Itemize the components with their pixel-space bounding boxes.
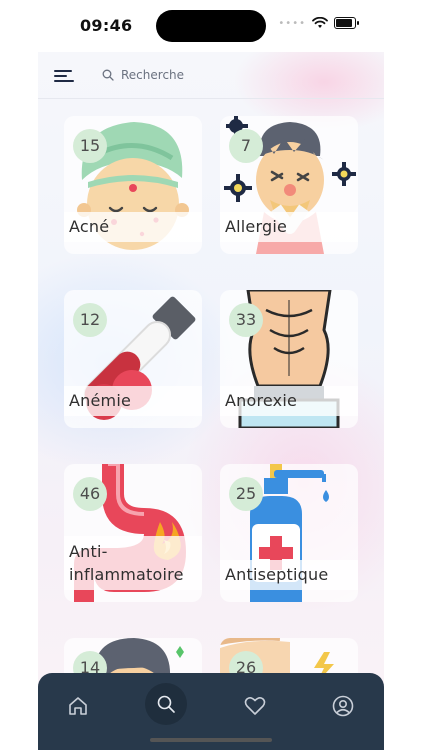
category-card-antiseptique[interactable]: 25 Antiseptique bbox=[220, 464, 358, 602]
count-badge: 33 bbox=[229, 303, 263, 337]
nav-search[interactable] bbox=[145, 683, 187, 725]
profile-icon bbox=[332, 695, 354, 717]
category-label: Allergie bbox=[225, 217, 288, 236]
search-bar[interactable] bbox=[102, 64, 302, 86]
count-badge: 12 bbox=[73, 303, 107, 337]
heart-icon bbox=[244, 697, 266, 715]
battery-icon bbox=[334, 17, 359, 29]
top-bar bbox=[38, 52, 384, 99]
category-card-anorexie[interactable]: 33 Anorexie bbox=[220, 290, 358, 428]
signal-dots-icon: •••• bbox=[278, 17, 306, 29]
status-time: 09:46 bbox=[80, 16, 133, 35]
app-panel: 15 Acné bbox=[38, 52, 384, 750]
nav-favorites[interactable] bbox=[236, 687, 274, 725]
category-label: Anémie bbox=[69, 391, 132, 410]
status-bar: 09:46 •••• bbox=[0, 0, 422, 52]
wifi-icon bbox=[312, 17, 328, 28]
home-icon bbox=[69, 697, 87, 715]
count-badge: 25 bbox=[229, 477, 263, 511]
count-badge: 7 bbox=[229, 129, 263, 163]
status-icons: •••• bbox=[278, 17, 359, 29]
category-card-acne[interactable]: 15 Acné bbox=[64, 116, 202, 254]
nav-home[interactable] bbox=[59, 687, 97, 725]
home-indicator bbox=[150, 738, 272, 742]
search-input[interactable] bbox=[121, 68, 291, 82]
category-label-line1: Anti- bbox=[69, 542, 108, 561]
category-card-allergie[interactable]: 7 Allergie bbox=[220, 116, 358, 254]
search-icon bbox=[102, 69, 114, 81]
category-label: Anorexie bbox=[225, 391, 298, 410]
count-badge: 46 bbox=[73, 477, 107, 511]
nav-profile[interactable] bbox=[324, 687, 362, 725]
category-label: Acné bbox=[69, 217, 110, 236]
count-badge: 15 bbox=[73, 129, 107, 163]
dynamic-island bbox=[156, 10, 266, 42]
category-label-line2: inflammatoire bbox=[69, 565, 184, 584]
category-card-anti-inflammatoire[interactable]: 46 Anti- inflammatoire bbox=[64, 464, 202, 602]
category-card-anemie[interactable]: 12 Anémie bbox=[64, 290, 202, 428]
menu-icon[interactable] bbox=[54, 68, 76, 84]
search-icon bbox=[157, 695, 175, 713]
category-label: Antiseptique bbox=[225, 565, 329, 584]
